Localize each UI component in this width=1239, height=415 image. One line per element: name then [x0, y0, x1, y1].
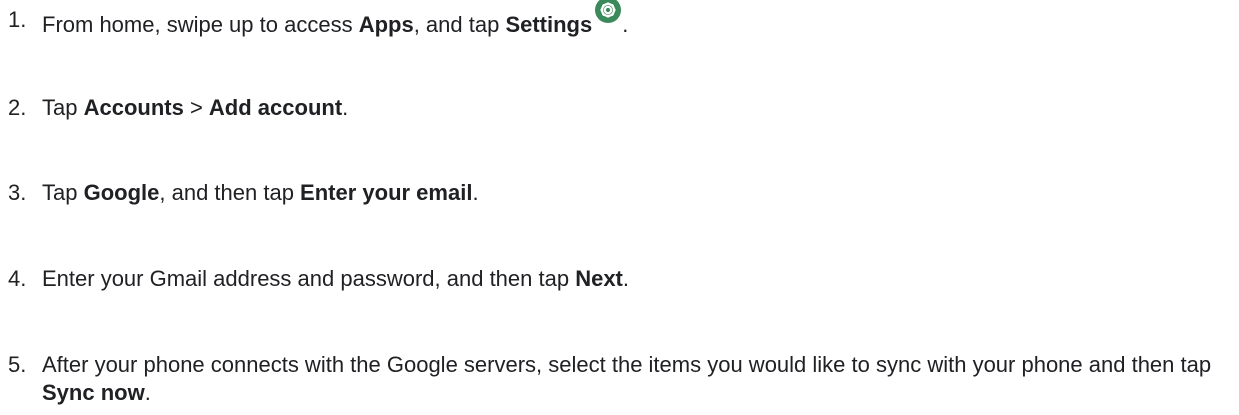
- step-text: From home, swipe up to access Apps, and …: [42, 0, 628, 39]
- step-number: 1.: [8, 7, 27, 32]
- step-3: 3. Tap Google, and then tap Enter your e…: [8, 179, 1229, 207]
- step-number: 2.: [8, 95, 27, 120]
- step-text: Tap Google, and then tap Enter your emai…: [42, 180, 479, 205]
- step-5: 5. After your phone connects with the Go…: [8, 351, 1229, 407]
- step-text: Tap Accounts > Add account.: [42, 95, 349, 120]
- step-number: 4.: [8, 266, 27, 291]
- step-4: 4. Enter your Gmail address and password…: [8, 265, 1229, 293]
- settings-gear-icon: [594, 0, 622, 24]
- step-text: After your phone connects with the Googl…: [42, 352, 1212, 405]
- step-number: 3.: [8, 180, 27, 205]
- step-1: 1. From home, swipe up to access Apps, a…: [8, 0, 1229, 39]
- step-text: Enter your Gmail address and password, a…: [42, 266, 630, 291]
- step-number: 5.: [8, 352, 27, 377]
- step-2: 2. Tap Accounts > Add account.: [8, 94, 1229, 122]
